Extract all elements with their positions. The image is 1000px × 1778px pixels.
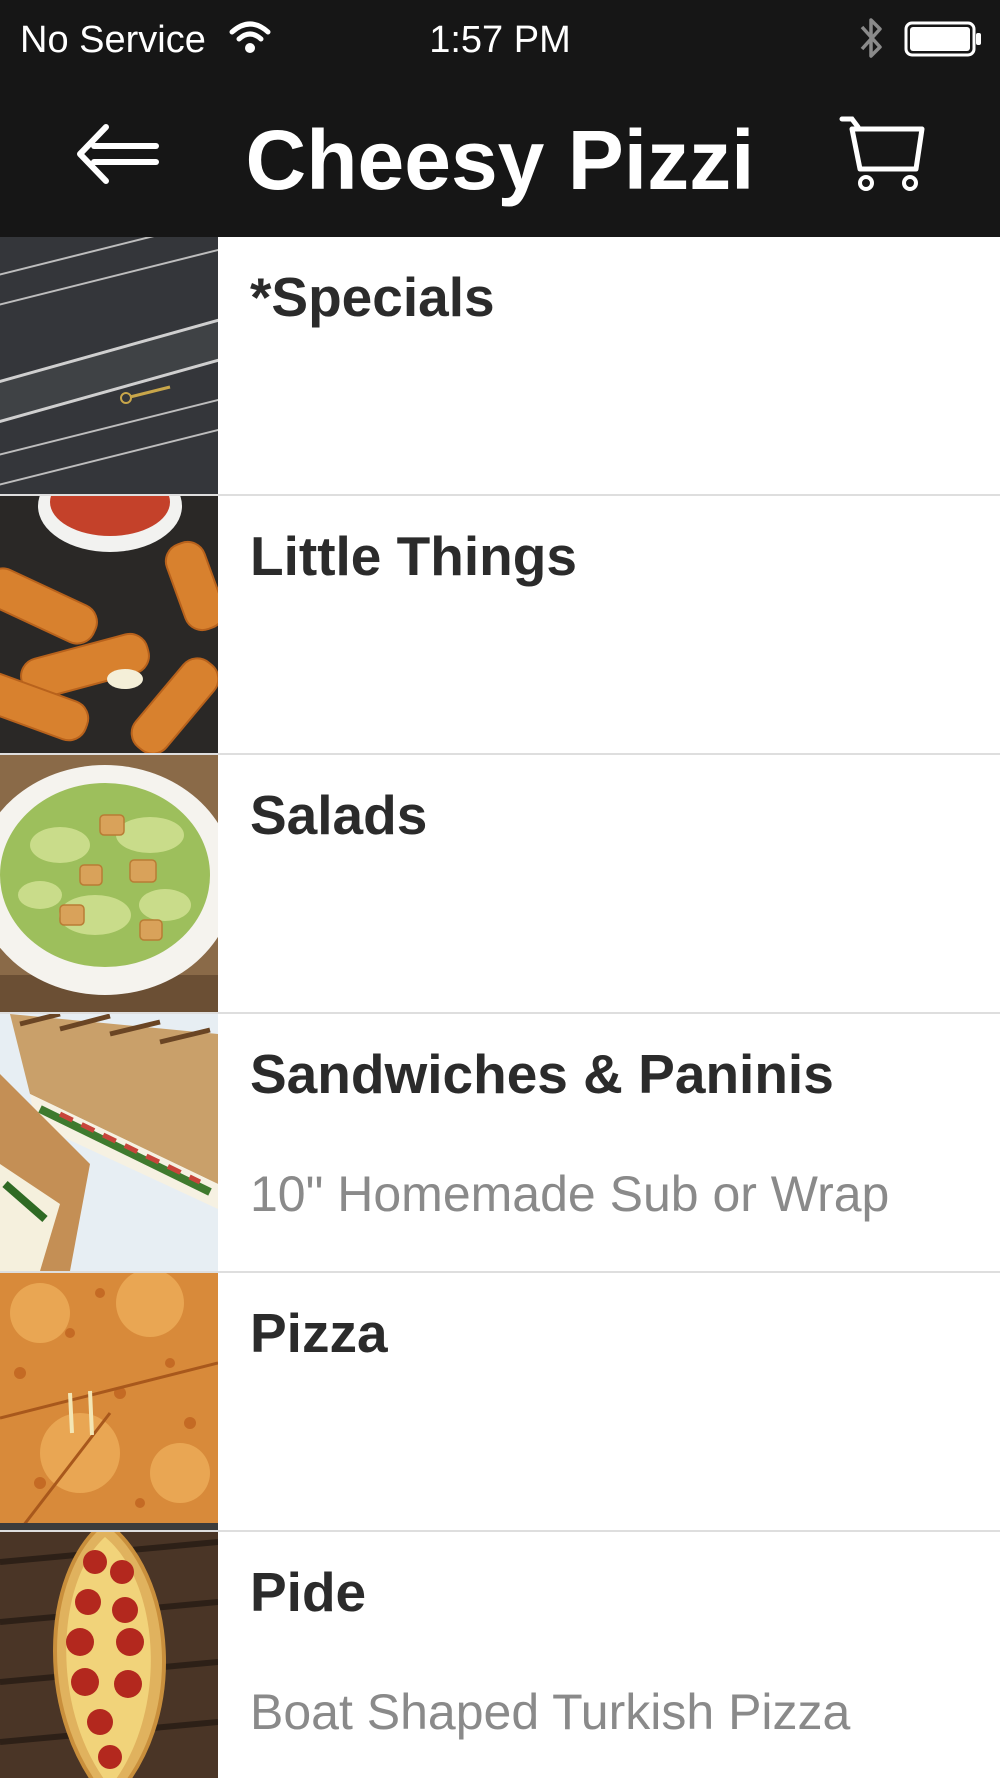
cart-icon: [838, 113, 928, 198]
category-title: Sandwiches & Paninis: [250, 1043, 834, 1105]
category-title: Salads: [250, 784, 428, 846]
menu-category-list: *Specials Little Things Salads Sandwiche…: [0, 237, 1000, 1778]
category-row-pide[interactable]: Pide Boat Shaped Turkish Pizza: [0, 1532, 1000, 1778]
category-row-little-things[interactable]: Little Things: [0, 496, 1000, 755]
arrow-left-icon: [72, 119, 162, 194]
category-row-sandwiches-paninis[interactable]: Sandwiches & Paninis 10" Homemade Sub or…: [0, 1014, 1000, 1273]
category-row-salads[interactable]: Salads: [0, 755, 1000, 1014]
category-row-pizza[interactable]: Pizza: [0, 1273, 1000, 1532]
status-bar: No Service 1:57 PM: [0, 0, 1000, 80]
caesar-salad-photo: [0, 755, 218, 1012]
category-title: Pide: [250, 1561, 367, 1623]
category-subtitle: 10" Homemade Sub or Wrap: [250, 1166, 890, 1222]
app-header: No Service 1:57 PM Cheesy Pizzi: [0, 0, 1000, 237]
category-title: Pizza: [250, 1302, 388, 1364]
status-time: 1:57 PM: [429, 19, 571, 61]
pide-photo: [0, 1532, 218, 1778]
category-title: *Specials: [250, 266, 495, 328]
category-title: Little Things: [250, 525, 577, 587]
category-subtitle: Boat Shaped Turkish Pizza: [250, 1684, 851, 1740]
cart-button[interactable]: [832, 110, 934, 200]
cheese-pizza-photo: [0, 1273, 218, 1530]
navigation-bar: Cheesy Pizzi: [0, 80, 1000, 237]
panini-photo: [0, 1014, 218, 1271]
battery-full-icon: [904, 20, 984, 58]
back-button[interactable]: [62, 112, 172, 200]
chalkboard-specials-photo: [0, 237, 218, 494]
mozzarella-sticks-photo: [0, 496, 218, 753]
bluetooth-icon: [858, 14, 886, 64]
category-row-specials[interactable]: *Specials: [0, 237, 1000, 496]
